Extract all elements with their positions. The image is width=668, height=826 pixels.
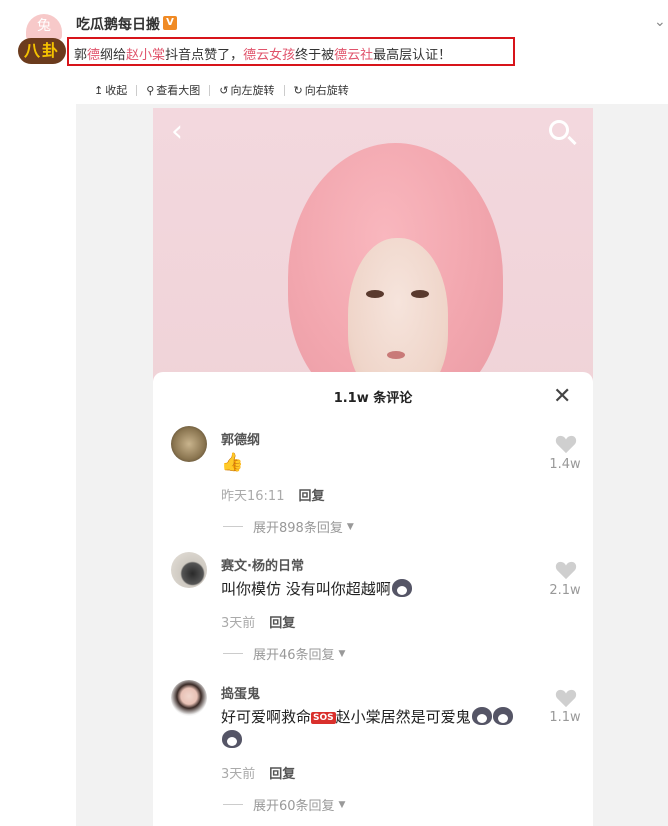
mouth-shape <box>387 351 405 359</box>
sos-emoji-icon: SOS <box>311 712 336 724</box>
expand-label: 展开46条回复 <box>253 648 335 663</box>
rotate-left-label: 向左旋转 <box>230 84 275 97</box>
comment-time: 3天前 <box>221 767 256 782</box>
expand-replies-button[interactable]: 展开46条回复 ▼ <box>223 644 345 663</box>
face-shape <box>348 238 448 393</box>
like-count: 1.4w <box>549 457 581 472</box>
user-avatar[interactable]: 兔 八卦 <box>18 14 66 66</box>
expand-line <box>223 653 243 654</box>
husky-emoji-icon <box>492 707 513 725</box>
eye-shape <box>366 290 384 298</box>
expand-replies-button[interactable]: 展开898条回复 ▼ <box>223 517 354 536</box>
view-large-button[interactable]: ⚲ 查看大图 <box>146 82 200 98</box>
collapse-button[interactable]: ↥ 收起 <box>94 82 127 98</box>
comment-meta: 昨天16:11 回复 <box>221 485 324 504</box>
post-photo[interactable]: ‹ <box>153 108 593 393</box>
collapse-arrow-icon: ↥ <box>94 83 104 97</box>
weibo-post: 兔 八卦 吃瓜鹅每日搬 V ⌄ 郭德纲给赵小棠抖音点赞了，德云女孩终于被德云社最… <box>0 0 668 826</box>
collapse-label: 收起 <box>105 84 128 97</box>
husky-emoji-icon <box>471 707 492 725</box>
commenter-name[interactable]: 郭德纲 <box>221 429 260 448</box>
comment-text-wrap <box>221 730 242 749</box>
commenter-avatar[interactable] <box>171 426 207 462</box>
comments-count-title: 1.1w 条评论 <box>333 391 413 406</box>
view-large-label: 查看大图 <box>156 84 201 97</box>
back-arrow-icon[interactable]: ‹ <box>171 114 183 149</box>
username[interactable]: 吃瓜鹅每日搬 <box>76 14 160 34</box>
commenter-avatar[interactable] <box>171 552 207 588</box>
heart-icon[interactable] <box>555 560 577 580</box>
thumbs-up-icon: 👍 <box>221 452 244 473</box>
rotate-left-icon: ↺ <box>219 83 229 97</box>
rotate-left-button[interactable]: ↺ 向左旋转 <box>219 82 274 98</box>
heart-icon[interactable] <box>555 688 577 708</box>
expand-line <box>223 526 243 527</box>
topic-link[interactable]: 德云女孩 <box>243 48 295 63</box>
close-icon[interactable]: ✕ <box>553 386 571 408</box>
comment-text: 好可爱啊救命 SOS 赵小棠居然是可爱鬼 <box>221 706 513 727</box>
commenter-avatar[interactable] <box>171 680 207 716</box>
expand-label: 展开898条回复 <box>253 521 343 536</box>
expand-label: 展开60条回复 <box>253 799 335 814</box>
magnifier-icon: ⚲ <box>146 83 155 97</box>
expand-replies-button[interactable]: 展开60条回复 ▼ <box>223 795 345 814</box>
topic-link[interactable]: 德云社 <box>334 48 373 63</box>
toolbar-divider <box>209 84 211 96</box>
husky-emoji-icon <box>222 730 242 748</box>
comment-time: 昨天16:11 <box>221 489 285 504</box>
reply-button[interactable]: 回复 <box>269 767 295 782</box>
reply-button[interactable]: 回复 <box>298 489 324 504</box>
comments-sheet: 1.1w 条评论 ✕ 郭德纲 👍 昨天16:11 回复 展开898条回复 ▼ 1.4… <box>153 372 593 826</box>
avatar-top-glyph: 兔 <box>26 14 62 40</box>
rotate-right-label: 向右旋转 <box>304 84 349 97</box>
comment-meta: 3天前 回复 <box>221 763 295 782</box>
verified-badge-icon: V <box>163 16 177 30</box>
commenter-name[interactable]: 捣蛋鬼 <box>221 683 260 702</box>
avatar-bottom-glyph: 八卦 <box>18 38 66 64</box>
reply-button[interactable]: 回复 <box>269 616 295 631</box>
rotate-right-button[interactable]: ↻ 向右旋转 <box>294 82 349 98</box>
comment-time: 3天前 <box>221 616 256 631</box>
mention-link[interactable]: 赵小棠 <box>126 48 165 63</box>
like-count: 1.1w <box>549 710 581 725</box>
triangle-down-icon: ▼ <box>338 799 346 810</box>
chevron-down-icon[interactable]: ⌄ <box>654 14 666 30</box>
search-icon[interactable] <box>549 120 569 140</box>
toolbar-divider <box>283 84 285 96</box>
comment-meta: 3天前 回复 <box>221 612 295 631</box>
triangle-down-icon: ▼ <box>338 648 346 659</box>
comment-text: 👍 <box>221 452 243 473</box>
image-toolbar: ↥ 收起 ⚲ 查看大图 ↺ 向左旋转 ↻ 向右旋转 <box>94 82 349 98</box>
highlight-text: 德 <box>87 48 101 63</box>
eye-shape <box>411 290 429 298</box>
rotate-right-icon: ↻ <box>293 83 303 97</box>
triangle-down-icon: ▼ <box>346 521 354 532</box>
husky-emoji-icon <box>391 579 412 597</box>
expand-line <box>223 804 243 805</box>
like-count: 2.1w <box>549 583 581 598</box>
toolbar-divider <box>136 84 138 96</box>
commenter-name[interactable]: 赛文·杨的日常 <box>221 555 304 574</box>
comment-text: 叫你模仿 没有叫你超越啊 <box>221 578 412 599</box>
post-text: 郭德纲给赵小棠抖音点赞了，德云女孩终于被德云社最高层认证！ <box>74 48 452 63</box>
heart-icon[interactable] <box>555 434 577 454</box>
